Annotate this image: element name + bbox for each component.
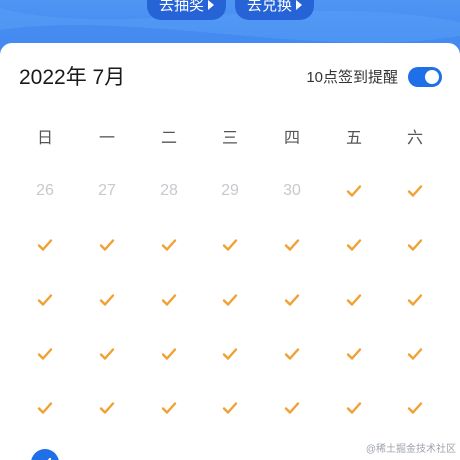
check-icon xyxy=(407,348,423,360)
day-checked-2[interactable] xyxy=(395,179,435,203)
weekday-label: 一 xyxy=(98,130,115,147)
day-checked-13[interactable] xyxy=(210,288,250,312)
check-icon xyxy=(99,402,115,414)
check-icon xyxy=(407,185,423,197)
watermark: @稀土掘金技术社区 xyxy=(365,444,456,455)
check-icon xyxy=(222,402,238,414)
go-exchange-label: 去兑换 xyxy=(247,0,293,14)
month-title: 2022年 7月 xyxy=(19,66,126,89)
day-checked-12[interactable] xyxy=(149,288,189,312)
check-icon xyxy=(99,348,115,360)
day-checked-3[interactable] xyxy=(25,233,65,257)
day-cell-30[interactable]: 30 xyxy=(272,179,312,203)
day-checked-5[interactable] xyxy=(149,233,189,257)
weekday-label: 六 xyxy=(406,130,423,147)
day-checked-11[interactable] xyxy=(87,288,127,312)
check-icon xyxy=(346,185,362,197)
check-icon xyxy=(99,294,115,306)
play-arrow-icon xyxy=(296,0,303,10)
check-icon xyxy=(346,348,362,360)
checkin-page: 去抽奖 去兑换 2022年 7月 10点签到提醒 日 一 二 三 四 五 六 26 27 28 2… xyxy=(0,0,460,460)
play-arrow-icon xyxy=(208,0,215,10)
day-checked-16[interactable] xyxy=(395,288,435,312)
check-icon xyxy=(99,239,115,251)
check-icon xyxy=(346,402,362,414)
day-checked-1[interactable] xyxy=(334,179,374,203)
day-checked-25[interactable] xyxy=(87,396,127,420)
check-icon xyxy=(161,239,177,251)
reminder-toggle[interactable] xyxy=(408,67,442,87)
weekday-label: 五 xyxy=(345,130,362,147)
day-cell-29[interactable]: 29 xyxy=(210,179,250,203)
check-icon xyxy=(407,239,423,251)
go-lottery-button[interactable]: 去抽奖 xyxy=(147,0,227,20)
day-checked-22[interactable] xyxy=(334,342,374,366)
go-exchange-button[interactable]: 去兑换 xyxy=(235,0,315,20)
check-icon xyxy=(37,239,53,251)
day-checked-21[interactable] xyxy=(272,342,312,366)
weekday-label: 四 xyxy=(283,130,300,147)
day-checked-27[interactable] xyxy=(210,396,250,420)
day-checked-4[interactable] xyxy=(87,233,127,257)
day-cell-28[interactable]: 28 xyxy=(149,179,189,203)
check-icon xyxy=(222,294,238,306)
day-checked-7[interactable] xyxy=(272,233,312,257)
check-icon xyxy=(284,294,300,306)
check-icon xyxy=(346,239,362,251)
day-checked-23[interactable] xyxy=(395,342,435,366)
day-checked-8[interactable] xyxy=(334,233,374,257)
day-checked-28[interactable] xyxy=(272,396,312,420)
day-checked-14[interactable] xyxy=(272,288,312,312)
check-icon xyxy=(161,348,177,360)
check-icon xyxy=(37,348,53,360)
check-icon xyxy=(284,402,300,414)
check-icon xyxy=(222,239,238,251)
day-checked-18[interactable] xyxy=(87,342,127,366)
check-icon xyxy=(161,402,177,414)
day-checked-20[interactable] xyxy=(210,342,250,366)
check-icon xyxy=(407,402,423,414)
check-icon xyxy=(161,294,177,306)
day-checked-6[interactable] xyxy=(210,233,250,257)
check-icon xyxy=(284,239,300,251)
day-cell-26[interactable]: 26 xyxy=(25,179,65,203)
weekday-label: 二 xyxy=(160,130,177,147)
check-icon xyxy=(346,294,362,306)
day-checked-9[interactable] xyxy=(395,233,435,257)
day-checked-29[interactable] xyxy=(334,396,374,420)
check-icon xyxy=(37,294,53,306)
check-icon xyxy=(407,294,423,306)
check-icon xyxy=(47,457,52,460)
toggle-knob xyxy=(425,70,439,84)
check-icon xyxy=(222,348,238,360)
day-checked-24[interactable] xyxy=(25,396,65,420)
day-checked-10[interactable] xyxy=(25,288,65,312)
day-checked-17[interactable] xyxy=(25,342,65,366)
check-icon xyxy=(284,348,300,360)
check-icon xyxy=(37,402,53,414)
go-lottery-label: 去抽奖 xyxy=(159,0,205,14)
day-checked-26[interactable] xyxy=(149,396,189,420)
reminder-label: 10点签到提醒 xyxy=(306,69,398,86)
day-checked-19[interactable] xyxy=(149,342,189,366)
day-cell-27[interactable]: 27 xyxy=(87,179,127,203)
weekday-label: 日 xyxy=(36,130,53,147)
weekday-label: 三 xyxy=(221,130,238,147)
day-checked-15[interactable] xyxy=(334,288,374,312)
day-checked-30[interactable] xyxy=(395,396,435,420)
